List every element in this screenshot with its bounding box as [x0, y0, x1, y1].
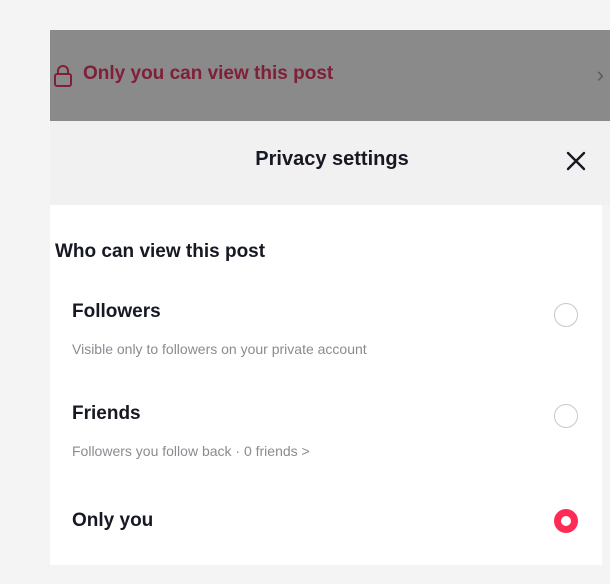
privacy-banner[interactable]: Only you can view this post › — [50, 30, 610, 121]
option-description: Visible only to followers on your privat… — [72, 341, 367, 357]
close-icon[interactable] — [562, 147, 590, 175]
sheet-header: Privacy settings — [50, 121, 610, 205]
banner-text: Only you can view this post — [83, 63, 334, 84]
option-label: Only you — [72, 510, 154, 531]
option-label: Followers — [72, 301, 161, 322]
lock-icon — [54, 65, 72, 87]
option-label: Friends — [72, 403, 141, 424]
sheet-body: Who can view this post Followers Visible… — [50, 205, 602, 565]
section-title: Who can view this post — [55, 241, 266, 262]
privacy-settings-screen: Only you can view this post › Privacy se… — [0, 0, 610, 584]
chevron-right-icon: › — [596, 62, 604, 87]
left-gutter — [0, 0, 50, 584]
radio-followers[interactable] — [554, 303, 578, 327]
radio-friends[interactable] — [554, 404, 578, 428]
option-description: Followers you follow back · 0 friends > — [72, 443, 310, 459]
page-title: Privacy settings — [255, 148, 409, 170]
radio-only-you[interactable] — [554, 509, 578, 533]
